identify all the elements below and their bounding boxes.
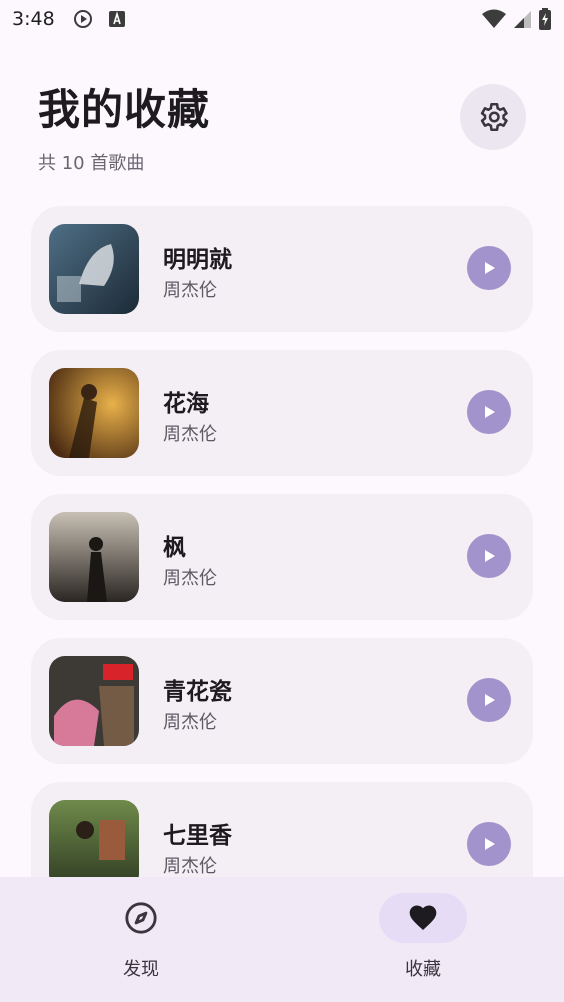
- song-card[interactable]: 花海 周杰伦: [31, 350, 533, 476]
- cellular-signal-icon: [514, 11, 531, 28]
- play-button[interactable]: [467, 534, 511, 578]
- album-cover: [49, 656, 139, 746]
- song-artist: 周杰伦: [163, 568, 217, 589]
- play-icon: [485, 550, 495, 562]
- nav-item-favorites[interactable]: 收藏: [282, 877, 564, 1002]
- status-bar: 3:48: [0, 0, 564, 38]
- nav-label-favorites: 收藏: [405, 959, 441, 980]
- album-cover: [49, 512, 139, 602]
- song-artist: 周杰伦: [163, 280, 217, 301]
- play-icon: [485, 694, 495, 706]
- play-button[interactable]: [467, 390, 511, 434]
- heart-icon: [409, 905, 437, 930]
- wifi-icon: [482, 9, 506, 28]
- song-artist: 周杰伦: [163, 712, 217, 733]
- play-icon: [485, 838, 495, 850]
- keyboard-status-icon: [107, 9, 127, 29]
- page-title: 我的收藏: [38, 85, 211, 134]
- play-icon: [485, 262, 495, 274]
- song-title: 花海: [163, 391, 209, 417]
- song-count: 共 10 首歌曲: [38, 153, 145, 174]
- nav-item-discover[interactable]: 发现: [0, 877, 282, 1002]
- song-artist: 周杰伦: [163, 856, 217, 877]
- status-time: 3:48: [12, 8, 55, 30]
- play-icon: [485, 406, 495, 418]
- play-button[interactable]: [467, 822, 511, 866]
- song-title: 明明就: [163, 247, 232, 273]
- nav-icon-container-active: [379, 893, 467, 943]
- song-title: 枫: [163, 535, 186, 561]
- album-cover: [49, 368, 139, 458]
- status-indicators: [482, 8, 552, 30]
- nav-icon-container: [97, 893, 185, 943]
- favorites-list: 明明就 周杰伦 花海 周杰伦 枫 周杰伦 青花瓷 周杰伦 七里香 周杰伦: [31, 206, 533, 926]
- song-title: 七里香: [163, 823, 232, 849]
- settings-button[interactable]: [460, 84, 526, 150]
- page-header: 我的收藏 共 10 首歌曲: [38, 76, 210, 175]
- song-title: 青花瓷: [163, 679, 232, 705]
- compass-icon: [125, 902, 157, 934]
- battery-icon: [539, 8, 551, 30]
- song-card[interactable]: 枫 周杰伦: [31, 494, 533, 620]
- play-button[interactable]: [467, 678, 511, 722]
- song-artist: 周杰伦: [163, 424, 217, 445]
- song-card[interactable]: 青花瓷 周杰伦: [31, 638, 533, 764]
- nav-label-discover: 发现: [123, 959, 159, 980]
- bottom-navigation: 发现 收藏: [0, 877, 564, 1002]
- song-card[interactable]: 明明就 周杰伦: [31, 206, 533, 332]
- gear-icon: [480, 102, 508, 132]
- album-cover: [49, 224, 139, 314]
- play-button[interactable]: [467, 246, 511, 290]
- media-play-status-icon: [73, 9, 93, 29]
